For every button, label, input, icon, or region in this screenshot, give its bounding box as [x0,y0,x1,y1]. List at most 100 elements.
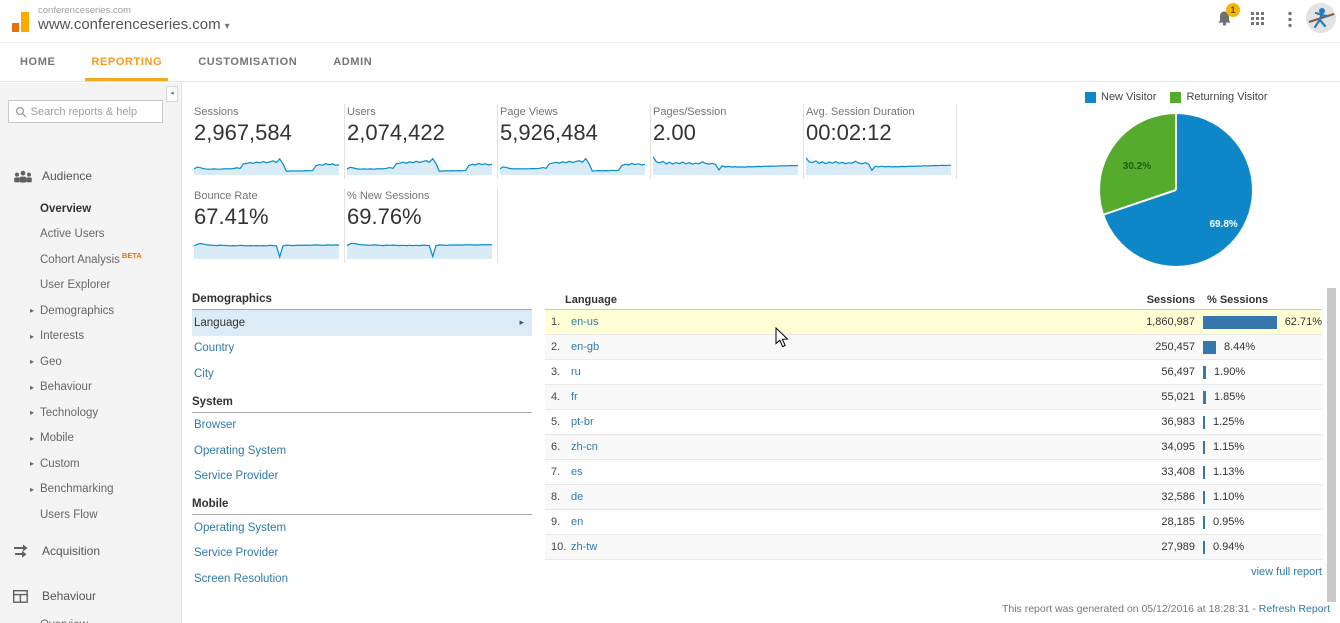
nav-tab-reporting[interactable]: REPORTING [85,44,168,81]
report-menu-item-browser[interactable]: Browser [192,413,532,439]
audience-submenu: Overview Active Users Cohort Analysis BETA U… [0,196,181,528]
sidebar-item-user-explorer[interactable]: User Explorer [0,273,181,299]
language-link[interactable]: zh-cn [571,441,598,453]
report-menu-item-service-provider[interactable]: Service Provider [192,541,532,567]
sidebar-item-benchmarking[interactable]: ▸ Benchmarking [0,477,181,503]
search-input[interactable] [30,105,156,118]
column-header-sessions[interactable]: Sessions [1080,294,1195,306]
row-rank: 9. [551,516,561,528]
sidebar-item-interests[interactable]: ▸ Interests [0,324,181,350]
notification-count-badge[interactable]: 1 [1226,3,1240,17]
metric-card-sessions[interactable]: Sessions 2,967,584 [192,104,345,179]
legend-label: New Visitor [1101,91,1157,103]
language-link[interactable]: en-gb [571,341,599,353]
report-menu-item-service-provider[interactable]: Service Provider [192,464,532,490]
visitor-type-pie-chart[interactable]: 69.8% 30.2% [1100,114,1252,266]
sidebar-item-active-users[interactable]: Active Users [0,222,181,248]
menu-item-label: Service Provider [194,547,279,560]
sidebar-item-custom[interactable]: ▸ Custom [0,451,181,477]
table-row[interactable]: 3. ru 56,497 1.90% [545,360,1322,385]
metric-label: Sessions [194,106,239,118]
sidebar-item-demographics[interactable]: ▸ Demographics [0,298,181,324]
vertical-scrollbar[interactable] [1327,288,1336,602]
search-box[interactable] [8,100,163,123]
view-full-report-link[interactable]: view full report [1251,566,1322,578]
menu-item-label: Operating System [194,444,287,457]
report-menu-item-screen-resolution[interactable]: Screen Resolution [192,566,532,592]
sidebar-collapse-button[interactable]: ◂ [166,86,178,102]
sidebar-item-users-flow[interactable]: Users Flow [0,502,181,528]
pct-label: 1.13% [1213,466,1245,478]
property-selector[interactable]: www.conferenceseries.com ▾ [38,16,230,33]
sidebar-item-behaviour-overview[interactable]: Overview [40,619,88,623]
language-link[interactable]: zh-tw [571,541,597,553]
row-rank: 6. [551,441,561,453]
language-link[interactable]: en-us [571,316,599,328]
generated-text: This report was generated on 05/12/2016 … [1001,603,1259,615]
column-header-language[interactable]: Language [545,294,1080,306]
language-table: Language Sessions % Sessions 1. en-us 1,86… [545,290,1322,560]
account-name: conferenceseries.com [38,5,131,16]
table-row[interactable]: 9. en 28,185 0.95% [545,510,1322,535]
metric-card-new-sessions[interactable]: % New Sessions 69.76% [345,188,498,263]
sessions-value: 27,989 [1161,541,1195,553]
table-row[interactable]: 7. es 33,408 1.13% [545,460,1322,485]
sidebar-item-behaviour[interactable]: ▸ Behaviour [0,375,181,401]
row-rank: 10. [551,541,567,553]
language-link[interactable]: pt-br [571,416,594,428]
sidebar-item-label: Behaviour [40,381,92,394]
table-row[interactable]: 2. en-gb 250,457 8.44% [545,335,1322,360]
sidebar-section-behaviour[interactable]: Behaviour [0,586,181,606]
table-row[interactable]: 1. en-us 1,860,987 62.71% [545,310,1322,335]
pct-bar [1203,315,1277,329]
metric-card-bounce-rate[interactable]: Bounce Rate 67.41% [192,188,345,263]
metric-card-users[interactable]: Users 2,074,422 [345,104,498,179]
sidebar-section-acquisition[interactable]: Acquisition [0,541,181,561]
metric-card-pages-session[interactable]: Pages/Session 2.00 [651,104,804,179]
report-menu-section-mobile: Mobile [192,495,532,515]
sidebar-item-mobile[interactable]: ▸ Mobile [0,426,181,452]
language-link[interactable]: fr [571,391,578,403]
beta-badge: BETA [121,251,142,261]
sessions-value: 1,860,987 [1146,316,1195,328]
apps-grid-icon[interactable] [1251,12,1265,31]
metric-card-page-views[interactable]: Page Views 5,926,484 [498,104,651,179]
sidebar-section-audience[interactable]: Audience [0,166,181,186]
nav-tab-home[interactable]: HOME [20,44,55,81]
sidebar-item-overview[interactable]: Overview [0,196,181,222]
report-menu-item-language[interactable]: Language ▸ [192,310,532,336]
table-row[interactable]: 10. zh-tw 27,989 0.94% [545,535,1322,560]
report-menu-item-operating-system[interactable]: Operating System [192,438,532,464]
nav-tab-customisation[interactable]: CUSTOMISATION [198,44,297,81]
report-menu-item-operating-system[interactable]: Operating System [192,515,532,541]
metric-sparkline [805,149,952,175]
language-link[interactable]: en [571,516,583,528]
language-link[interactable]: de [571,491,583,503]
sidebar-item-technology[interactable]: ▸ Technology [0,400,181,426]
report-menu-item-country[interactable]: Country [192,336,532,362]
table-row[interactable]: 6. zh-cn 34,095 1.15% [545,435,1322,460]
avatar[interactable] [1306,3,1336,33]
language-link[interactable]: ru [571,366,581,378]
expand-arrow-icon: ▸ [30,433,35,443]
pct-sessions-cell: 1.90% [1195,365,1322,379]
sidebar-item-geo[interactable]: ▸ Geo [0,349,181,375]
sidebar-item-label: Cohort Analysis [40,253,120,266]
metric-card-avg-session-duration[interactable]: Avg. Session Duration 00:02:12 [804,104,957,179]
pct-label: 1.10% [1213,491,1245,503]
sidebar-item-cohort-analysis[interactable]: Cohort Analysis BETA [0,247,181,273]
expand-arrow-icon: ▸ [30,382,35,392]
sessions-value: 33,408 [1161,466,1195,478]
table-row[interactable]: 4. fr 55,021 1.85% [545,385,1322,410]
table-row[interactable]: 5. pt-br 36,983 1.25% [545,410,1322,435]
language-link[interactable]: es [571,466,583,478]
row-rank: 4. [551,391,561,403]
report-menu-item-city[interactable]: City [192,361,532,387]
nav-tab-admin[interactable]: ADMIN [333,44,372,81]
row-rank: 1. [551,316,561,328]
column-header-pct-sessions[interactable]: % Sessions [1195,294,1322,306]
pct-sessions-cell: 1.13% [1195,465,1322,479]
more-options-icon[interactable] [1288,11,1292,33]
refresh-report-link[interactable]: Refresh Report [1259,603,1330,615]
table-row[interactable]: 8. de 32,586 1.10% [545,485,1322,510]
